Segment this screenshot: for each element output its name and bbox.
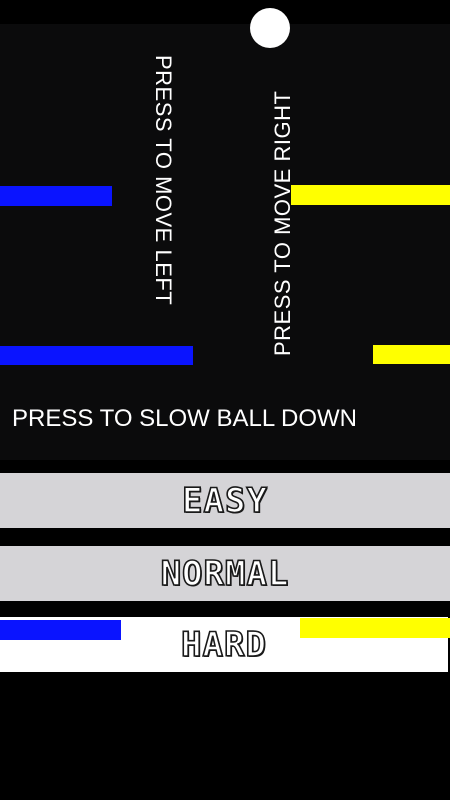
normal-button[interactable]: NORMAL	[0, 546, 450, 601]
ball	[250, 8, 290, 48]
hard-label: HARD	[180, 624, 267, 666]
right-bar-bottom	[373, 345, 450, 364]
easy-label: EASY	[181, 480, 268, 522]
right-bar-top	[291, 185, 450, 205]
easy-button[interactable]: EASY	[0, 473, 450, 528]
game-screen: PRESS TO MOVE LEFT PRESS TO MOVE RIGHT P…	[0, 0, 450, 800]
left-bar-top	[0, 186, 112, 206]
left-bar-bottom	[0, 346, 193, 365]
move-right-instruction[interactable]: PRESS TO MOVE RIGHT	[270, 91, 296, 356]
slow-down-instruction[interactable]: PRESS TO SLOW BALL DOWN	[12, 405, 357, 433]
right-bar-lower	[300, 618, 450, 638]
playfield[interactable]	[0, 24, 450, 460]
move-left-instruction[interactable]: PRESS TO MOVE LEFT	[150, 55, 176, 305]
normal-label: NORMAL	[160, 553, 290, 595]
left-bar-lower	[0, 620, 121, 640]
